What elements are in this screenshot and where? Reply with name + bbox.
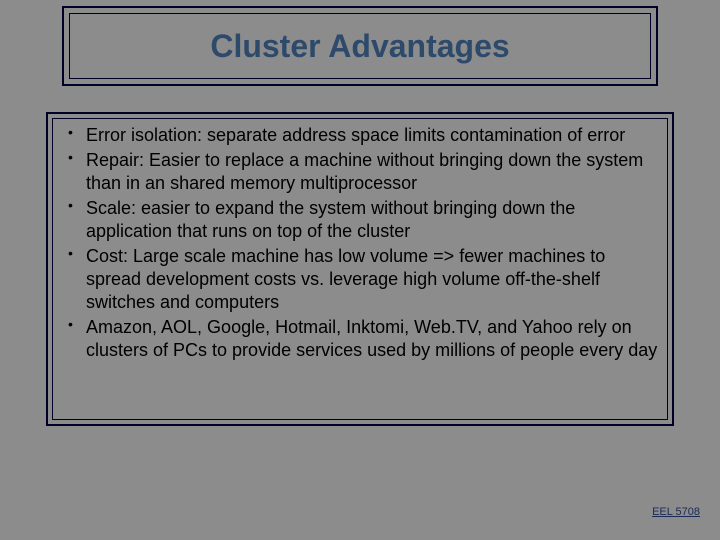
list-item: Error isolation: separate address space … (62, 124, 658, 147)
content-container: Error isolation: separate address space … (46, 112, 674, 426)
title-container: Cluster Advantages (62, 6, 658, 86)
slide-title: Cluster Advantages (210, 28, 509, 65)
list-item: Scale: easier to expand the system witho… (62, 197, 658, 243)
list-item: Repair: Easier to replace a machine with… (62, 149, 658, 195)
list-item: Amazon, AOL, Google, Hotmail, Inktomi, W… (62, 316, 658, 362)
list-item: Cost: Large scale machine has low volume… (62, 245, 658, 314)
bullet-list: Error isolation: separate address space … (62, 124, 658, 362)
footer-label: EEL 5708 (652, 506, 700, 518)
